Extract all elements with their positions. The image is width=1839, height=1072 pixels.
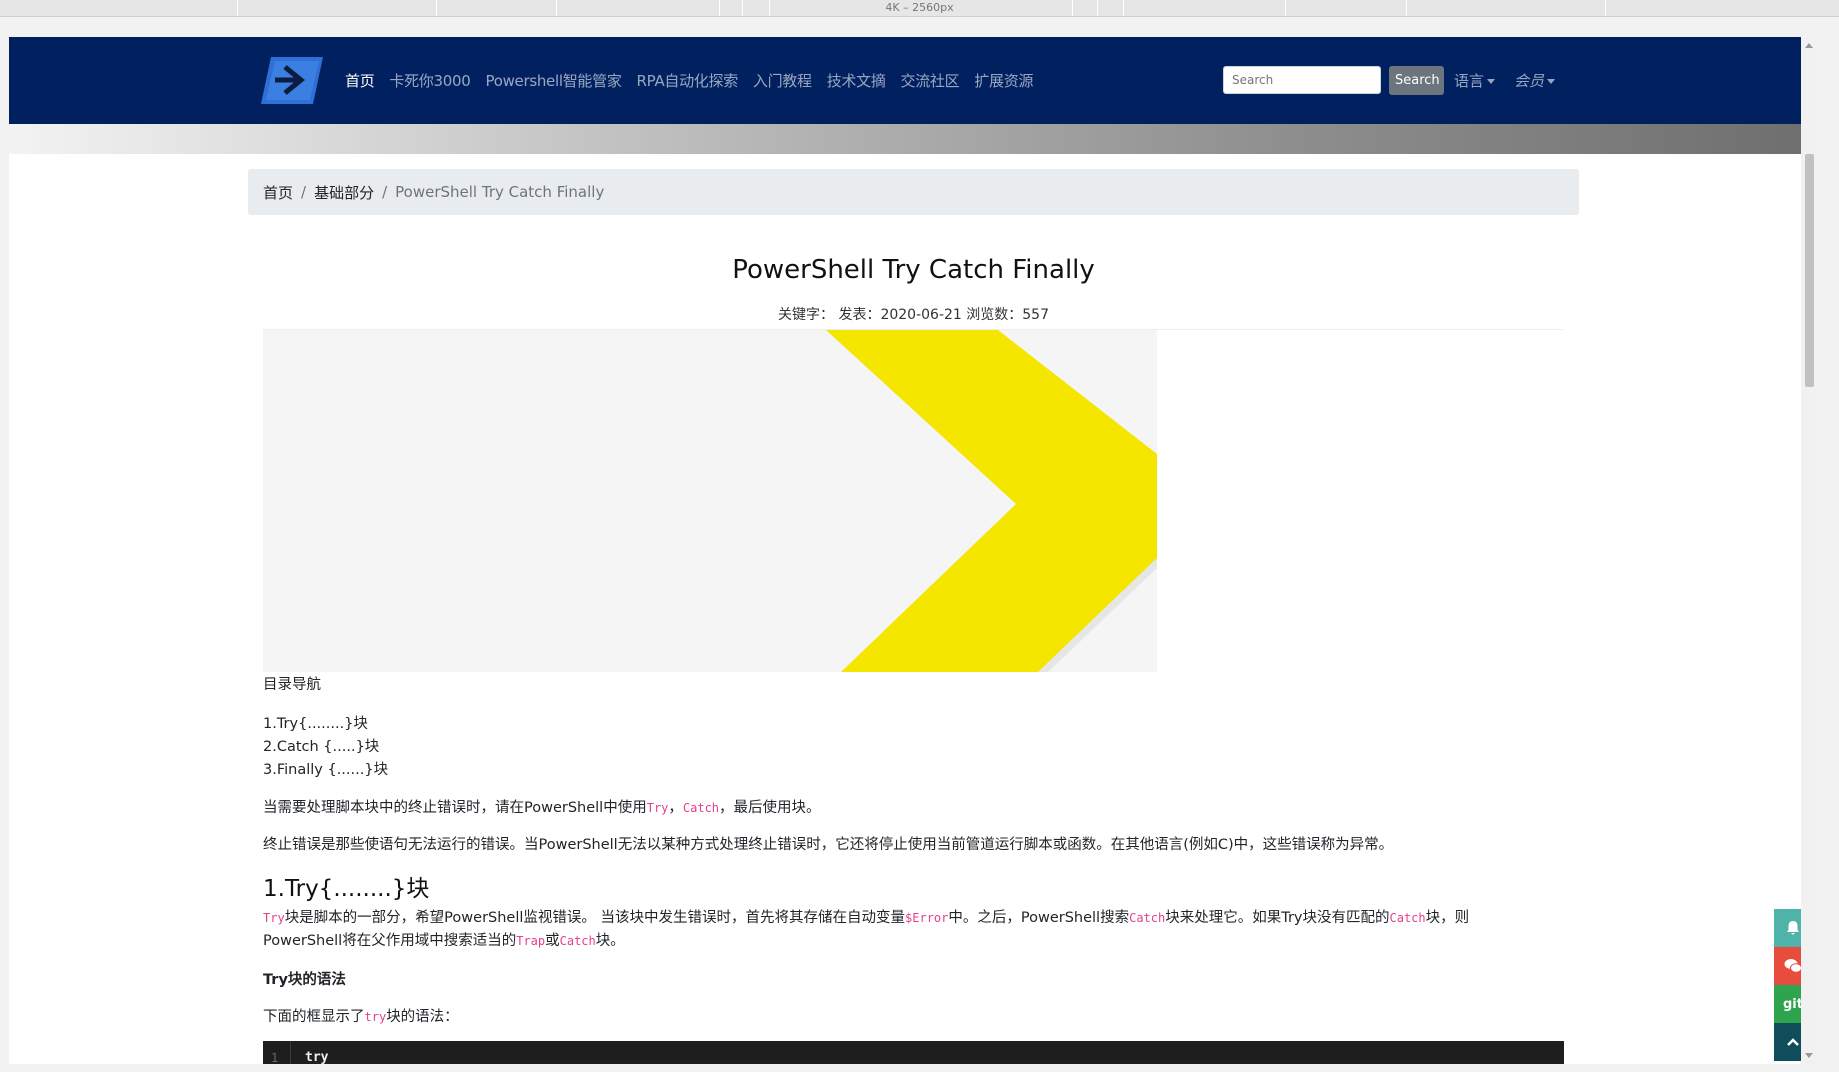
navbar: 首页 卡死你3000 Powershell智能管家 RPA自动化探索 入门教程 …: [9, 37, 1818, 124]
nav-rpa[interactable]: RPA自动化探索: [637, 70, 739, 91]
page-viewport: 首页 卡死你3000 Powershell智能管家 RPA自动化探索 入门教程 …: [9, 37, 1818, 1064]
page-title: PowerShell Try Catch Finally: [732, 255, 1095, 285]
caret-down-icon: [1547, 79, 1556, 84]
nav-powershell-butler[interactable]: Powershell智能管家: [485, 70, 621, 91]
nav-community[interactable]: 交流社区: [901, 70, 960, 91]
code-gutter: [290, 1041, 291, 1064]
scroll-down-icon[interactable]: [1805, 1053, 1813, 1058]
breadcrumb: 首页 / 基础部分 / PowerShell Try Catch Finally: [248, 169, 1579, 215]
toc-item[interactable]: 2.Catch {.....}块: [263, 735, 379, 756]
responsive-ruler: 4K – 2560px: [0, 0, 1839, 17]
language-dropdown[interactable]: 语言: [1454, 70, 1496, 91]
nav-tutorial[interactable]: 入门教程: [753, 70, 812, 91]
code-block[interactable]: 1 try: [263, 1041, 1564, 1064]
vertical-scrollbar[interactable]: [1801, 37, 1818, 1064]
breadcrumb-current: PowerShell Try Catch Finally: [395, 183, 605, 201]
paragraph-terminating-errors: 终止错误是那些使语句无法运行的错误。当PowerShell无法以某种方式处理终止…: [263, 837, 1394, 853]
search-input[interactable]: [1223, 66, 1381, 94]
paragraph-intro: 当需要处理脚本块中的终止错误时，请在PowerShell中使用Try，Catch…: [263, 800, 821, 816]
article-hero-image: [263, 330, 1157, 672]
code-line-number: 1: [271, 1051, 279, 1064]
ruler-label: 4K – 2560px: [885, 1, 954, 14]
code-line: try: [305, 1050, 329, 1064]
paragraph-try-block: Try块是脚本的一部分，希望PowerShell监视错误。 当该块中发生错误时，…: [263, 910, 1470, 926]
toc-title: 目录导航: [263, 677, 321, 693]
paragraph-syntax: 下面的框显示了try块的语法：: [263, 1009, 459, 1025]
member-dropdown[interactable]: 会员: [1514, 70, 1556, 91]
main-nav: 首页 卡死你3000 Powershell智能管家 RPA自动化探索 入门教程 …: [345, 37, 1048, 124]
paragraph-try-block-cont: PowerShell将在父作用域中搜索适当的Trap或Catch块。: [263, 933, 625, 949]
breadcrumb-separator: /: [301, 183, 307, 201]
scroll-up-icon[interactable]: [1805, 43, 1813, 48]
toc-item[interactable]: 3.Finally {......}块: [263, 758, 388, 779]
header-banner: [9, 124, 1818, 154]
section-heading-try: 1.Try{........}块: [263, 876, 430, 902]
language-label: 语言: [1454, 72, 1485, 90]
nav-kasini3000[interactable]: 卡死你3000: [389, 70, 470, 91]
breadcrumb-home[interactable]: 首页: [263, 182, 293, 203]
syntax-heading: Try块的语法: [263, 972, 346, 988]
breadcrumb-separator: /: [382, 183, 388, 201]
nav-home[interactable]: 首页: [345, 70, 375, 91]
breadcrumb-section[interactable]: 基础部分: [314, 182, 374, 203]
search-button[interactable]: Search: [1389, 66, 1444, 95]
member-label: 会员: [1514, 72, 1545, 90]
nav-resources[interactable]: 扩展资源: [974, 70, 1033, 91]
toc-item[interactable]: 1.Try{........}块: [263, 712, 368, 733]
article-meta: 关键字： 发表：2020-06-21 浏览数：557: [778, 307, 1049, 323]
caret-down-icon: [1487, 79, 1496, 84]
nav-tech-articles[interactable]: 技术文摘: [827, 70, 886, 91]
scrollbar-thumb[interactable]: [1805, 154, 1814, 387]
site-logo[interactable]: [261, 57, 323, 104]
